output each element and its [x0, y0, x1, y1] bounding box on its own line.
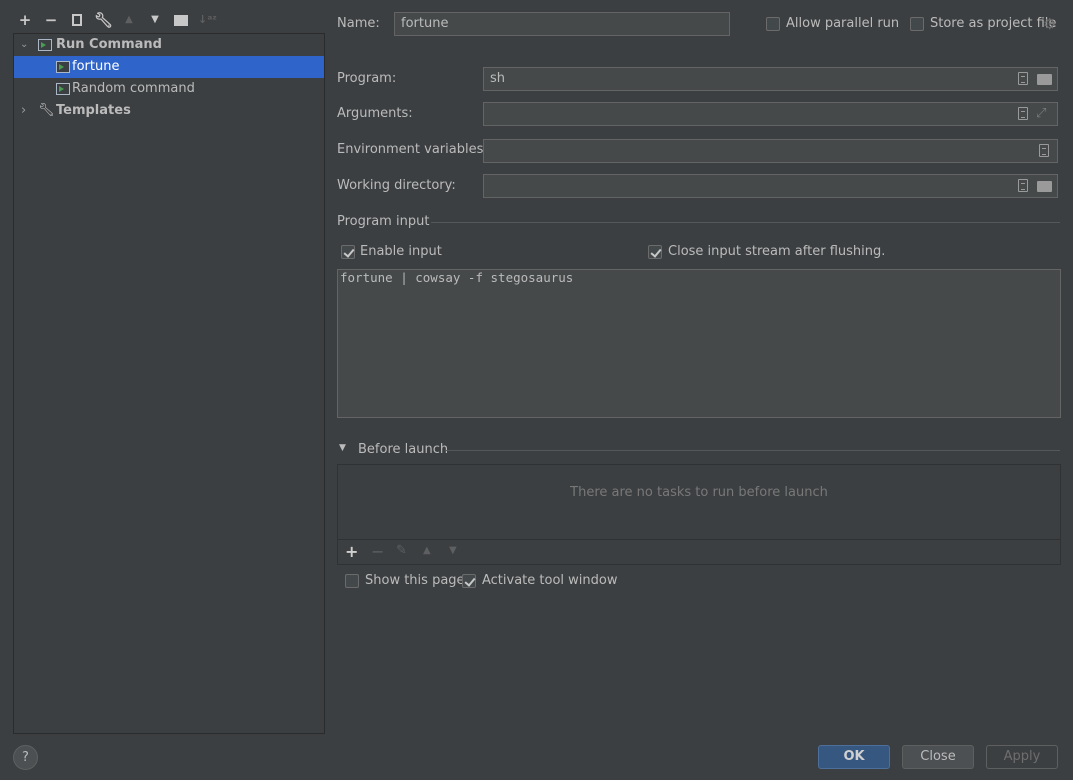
add-icon[interactable]: +	[16, 11, 34, 29]
chevron-right-icon[interactable]: ›	[21, 100, 26, 122]
activate-tool-window-label: Activate tool window	[482, 573, 618, 588]
tree-item-label: Templates	[56, 103, 131, 118]
folder-icon[interactable]	[1037, 74, 1052, 85]
store-project-checkbox[interactable]	[910, 17, 924, 31]
apply-button[interactable]: Apply	[986, 745, 1058, 769]
run-config-icon	[56, 83, 70, 95]
gear-icon[interactable]: ⚙	[1043, 15, 1056, 33]
show-page-checkbox[interactable]	[345, 574, 359, 588]
program-value: sh	[490, 71, 506, 86]
wrench-icon[interactable]: 🔧︎	[94, 11, 113, 29]
close-stream-label: Close input stream after flushing.	[668, 244, 886, 259]
show-page-label: Show this page	[365, 573, 465, 588]
enable-input-label: Enable input	[360, 244, 442, 259]
help-button[interactable]: ?	[13, 745, 38, 770]
separator	[445, 450, 1060, 451]
empty-tasks-text: There are no tasks to run before launch	[570, 485, 828, 500]
arguments-label: Arguments:	[337, 106, 413, 121]
move-up-icon[interactable]: ▲	[120, 11, 138, 29]
ok-button[interactable]: OK	[818, 745, 890, 769]
new-folder-icon[interactable]	[172, 11, 190, 29]
tree-item-templates[interactable]: › 🔧︎ Templates	[14, 100, 324, 122]
expand-icon[interactable]: ⤢	[1036, 103, 1046, 125]
move-down-icon[interactable]: ▼	[449, 545, 457, 556]
arguments-input[interactable]: ⤢	[483, 102, 1058, 126]
tree-item-label: fortune	[72, 59, 120, 74]
copy-icon[interactable]	[68, 11, 86, 29]
move-up-icon[interactable]: ▲	[423, 545, 431, 556]
edit-pencil-icon[interactable]: ✎	[396, 543, 407, 558]
add-task-icon[interactable]: +	[345, 542, 358, 561]
folder-icon[interactable]	[1037, 181, 1052, 192]
store-project-label: Store as project file	[930, 16, 1057, 31]
program-input-title: Program input	[337, 214, 430, 229]
chevron-down-icon[interactable]: ⌄	[20, 34, 28, 56]
document-icon[interactable]	[1018, 72, 1028, 85]
run-config-icon	[38, 39, 52, 51]
input-textarea[interactable]: fortune | cowsay -f stegosaurus	[337, 269, 1061, 418]
env-label: Environment variables:	[337, 142, 488, 157]
name-label: Name:	[337, 16, 380, 31]
wrench-icon: 🔧︎	[38, 103, 55, 118]
workdir-label: Working directory:	[337, 178, 456, 193]
sort-icon[interactable]: ↓ᵃᶻ	[198, 11, 217, 29]
env-input[interactable]	[483, 139, 1058, 163]
enable-input-checkbox[interactable]	[341, 245, 355, 259]
tree-item-run-command[interactable]: ⌄ Run Command	[14, 34, 324, 56]
tree-item-label: Random command	[72, 81, 195, 96]
program-input[interactable]: sh	[483, 67, 1058, 91]
move-down-icon[interactable]: ▼	[146, 11, 164, 29]
allow-parallel-checkbox[interactable]	[766, 17, 780, 31]
close-stream-checkbox[interactable]	[648, 245, 662, 259]
name-input[interactable]: fortune	[394, 12, 730, 36]
tree-item-random-command[interactable]: Random command	[14, 78, 324, 100]
document-icon[interactable]	[1018, 179, 1028, 192]
configuration-tree[interactable]: ⌄ Run Command fortune Random command › 🔧…	[13, 33, 325, 734]
activate-tool-window-checkbox[interactable]	[462, 574, 476, 588]
run-config-icon	[56, 61, 70, 73]
separator	[338, 539, 1060, 540]
before-launch-list[interactable]: There are no tasks to run before launch …	[337, 464, 1061, 565]
before-launch-title[interactable]: Before launch	[358, 442, 448, 458]
close-button[interactable]: Close	[902, 745, 974, 769]
remove-icon[interactable]: −	[42, 11, 60, 29]
remove-task-icon[interactable]: −	[371, 542, 384, 561]
document-icon[interactable]	[1039, 144, 1049, 157]
document-icon[interactable]	[1018, 107, 1028, 120]
collapse-triangle-icon[interactable]: ▼	[339, 443, 346, 453]
tree-item-label: Run Command	[56, 37, 162, 52]
workdir-input[interactable]	[483, 174, 1058, 198]
program-label: Program:	[337, 71, 397, 86]
separator	[431, 222, 1060, 223]
tree-item-fortune[interactable]: fortune	[14, 56, 324, 78]
allow-parallel-label: Allow parallel run	[786, 16, 900, 31]
